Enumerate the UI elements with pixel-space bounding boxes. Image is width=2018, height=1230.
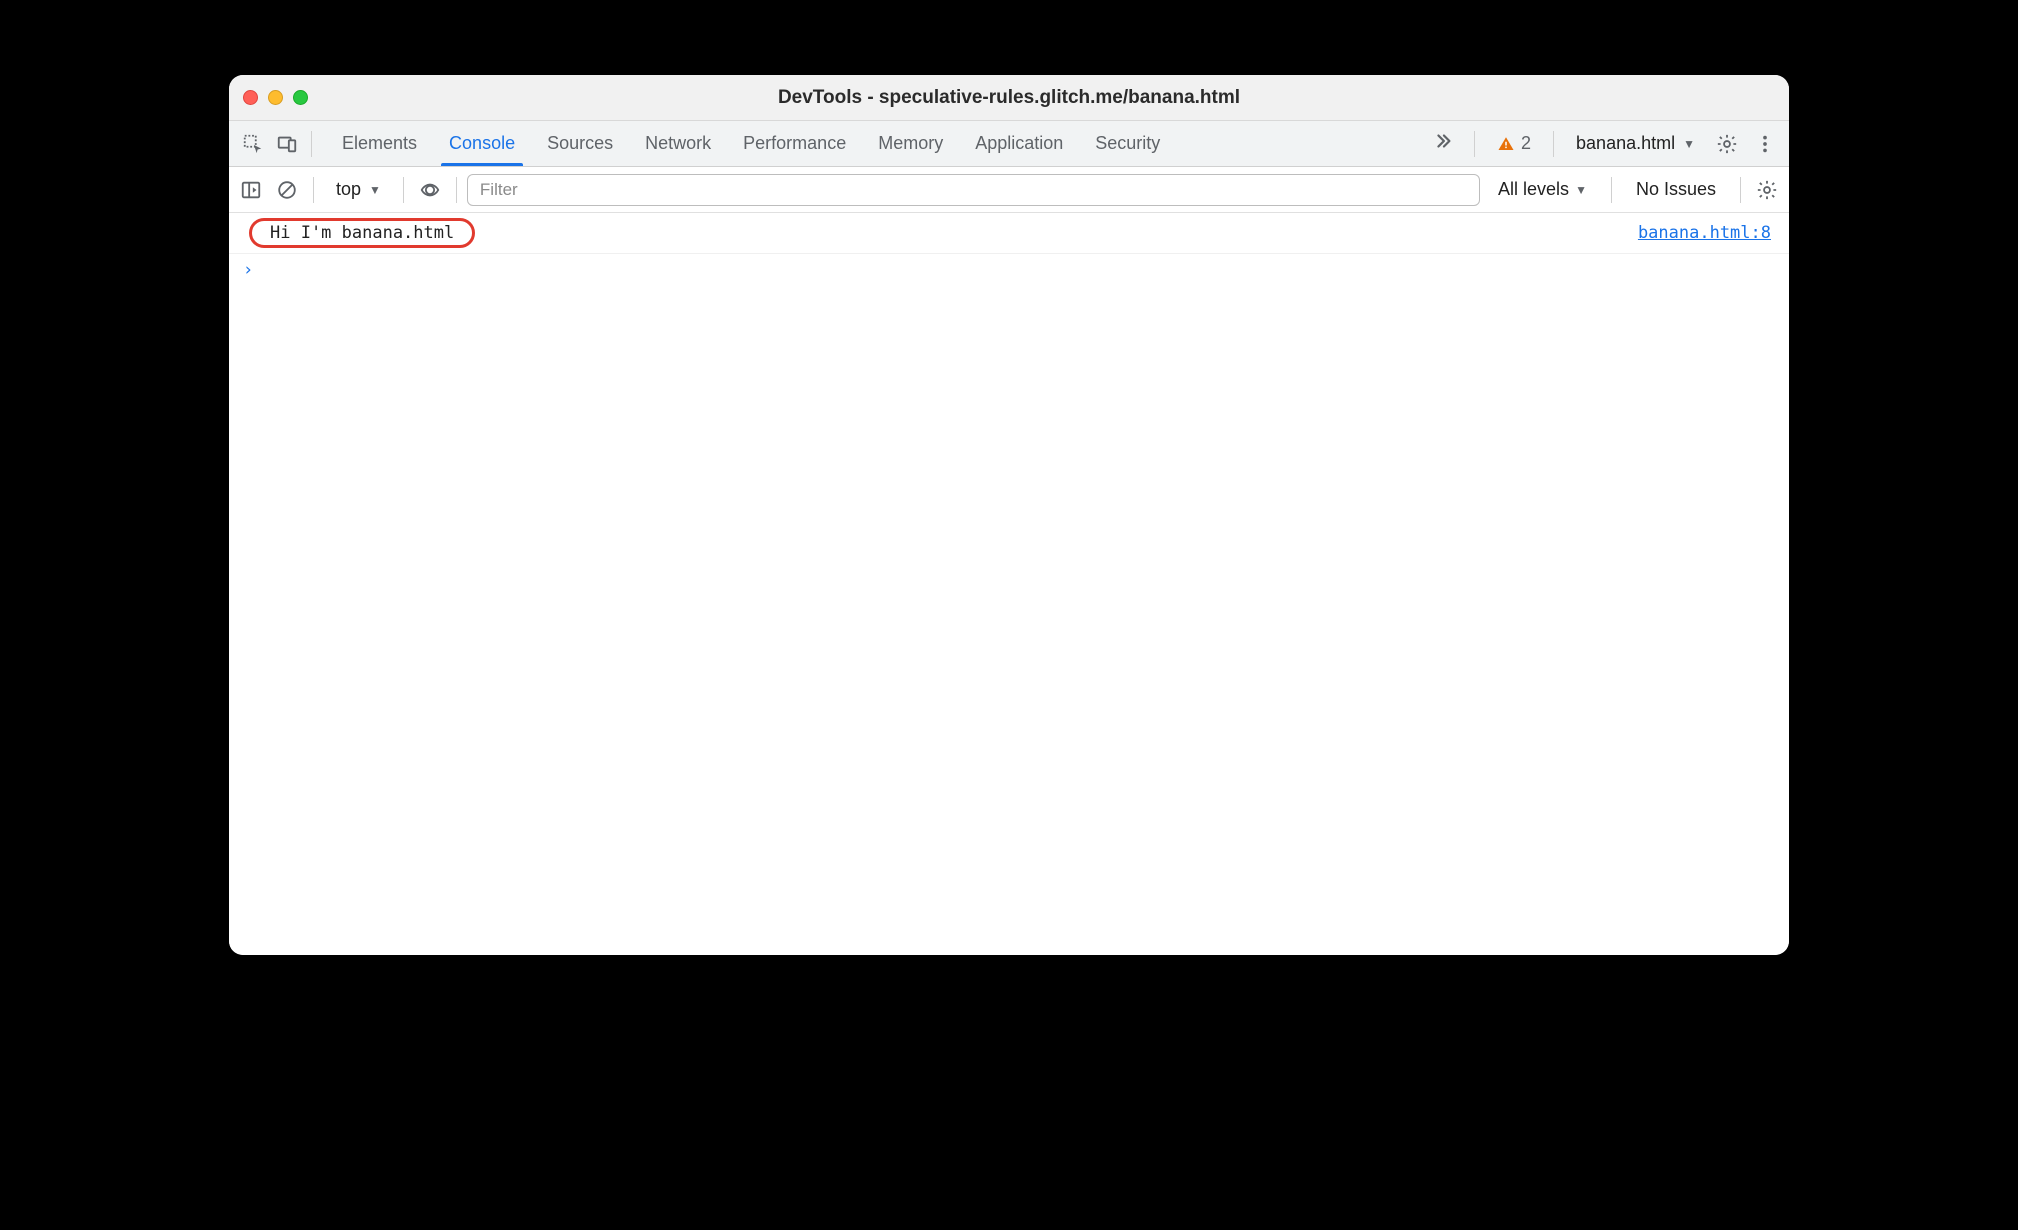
separator (1553, 131, 1554, 157)
console-toolbar: top ▼ All levels ▼ No Issues (229, 167, 1789, 213)
close-window-button[interactable] (243, 90, 258, 105)
tabbar-leading-icons (233, 128, 326, 160)
panel-tabbar: Elements Console Sources Network Perform… (229, 121, 1789, 167)
chevron-down-icon: ▼ (1575, 183, 1587, 197)
separator (1474, 131, 1475, 157)
log-level-selector[interactable]: All levels ▼ (1484, 179, 1601, 200)
panel-tabs: Elements Console Sources Network Perform… (326, 121, 1176, 166)
target-label: banana.html (1576, 133, 1675, 154)
tab-network[interactable]: Network (629, 121, 727, 166)
separator (456, 177, 457, 203)
separator (1611, 177, 1612, 203)
tab-application[interactable]: Application (959, 121, 1079, 166)
tabbar-trailing: 2 banana.html ▼ (1424, 128, 1785, 160)
device-toolbar-icon[interactable] (271, 128, 303, 160)
tab-performance[interactable]: Performance (727, 121, 862, 166)
separator (1740, 177, 1741, 203)
tab-memory[interactable]: Memory (862, 121, 959, 166)
execution-context-selector[interactable]: top ▼ (324, 179, 393, 200)
live-expression-icon[interactable] (414, 174, 446, 206)
toggle-sidebar-icon[interactable] (235, 174, 267, 206)
issues-indicator[interactable]: No Issues (1622, 179, 1730, 200)
traffic-lights (243, 90, 308, 105)
console-prompt[interactable]: › (229, 254, 1789, 286)
tab-elements[interactable]: Elements (326, 121, 433, 166)
separator (313, 177, 314, 203)
devtools-window: DevTools - speculative-rules.glitch.me/b… (229, 75, 1789, 955)
more-tabs-icon[interactable] (1424, 130, 1462, 157)
console-log-source-link[interactable]: banana.html:8 (1638, 223, 1771, 243)
inspect-element-icon[interactable] (237, 128, 269, 160)
clear-console-icon[interactable] (271, 174, 303, 206)
context-label: top (336, 179, 361, 200)
separator (403, 177, 404, 203)
warnings-count: 2 (1521, 133, 1531, 154)
console-log-row: Hi I'm banana.html banana.html:8 (229, 213, 1789, 254)
minimize-window-button[interactable] (268, 90, 283, 105)
issues-label: No Issues (1636, 179, 1716, 200)
titlebar: DevTools - speculative-rules.glitch.me/b… (229, 75, 1789, 121)
window-title: DevTools - speculative-rules.glitch.me/b… (229, 87, 1789, 109)
prompt-chevron-icon: › (243, 260, 253, 280)
console-output[interactable]: Hi I'm banana.html banana.html:8 › (229, 213, 1789, 955)
maximize-window-button[interactable] (293, 90, 308, 105)
warnings-indicator[interactable]: 2 (1487, 133, 1541, 154)
console-log-message: Hi I'm banana.html (249, 218, 475, 248)
chevron-down-icon: ▼ (1683, 137, 1695, 151)
tab-console[interactable]: Console (433, 121, 531, 166)
tab-sources[interactable]: Sources (531, 121, 629, 166)
console-settings-icon[interactable] (1751, 174, 1783, 206)
levels-label: All levels (1498, 179, 1569, 200)
more-options-icon[interactable] (1749, 128, 1781, 160)
tab-security[interactable]: Security (1079, 121, 1176, 166)
settings-icon[interactable] (1711, 128, 1743, 160)
separator (311, 131, 312, 157)
chevron-down-icon: ▼ (369, 183, 381, 197)
target-selector[interactable]: banana.html ▼ (1566, 133, 1705, 154)
filter-input[interactable] (467, 174, 1480, 206)
